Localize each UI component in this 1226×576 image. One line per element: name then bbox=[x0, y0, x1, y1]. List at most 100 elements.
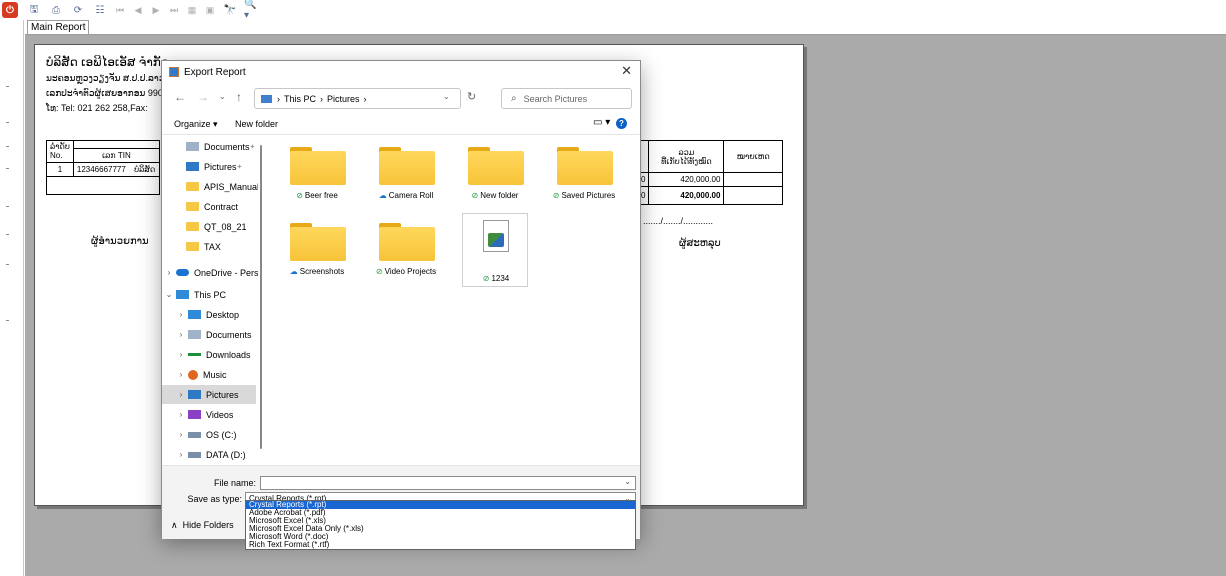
folder-body bbox=[290, 227, 346, 261]
nav-item-label: Documents bbox=[206, 329, 252, 340]
chevron-down-icon[interactable]: ⌄ bbox=[624, 477, 631, 486]
address-bar[interactable]: › This PC › Pictures › bbox=[254, 88, 461, 109]
row-name: ບໍລິສັດ bbox=[134, 165, 156, 174]
folder-body bbox=[557, 151, 613, 185]
back-icon[interactable]: ← bbox=[174, 90, 186, 104]
breadcrumb-this-pc[interactable]: This PC bbox=[284, 94, 316, 104]
stop-icon[interactable]: ▣ bbox=[204, 5, 216, 16]
file-name: Beer free bbox=[304, 191, 338, 200]
tab-main-report[interactable]: Main Report bbox=[27, 20, 90, 34]
company-phone: ໂທ: Tel: 021 262 258,Fax: bbox=[46, 103, 148, 113]
save-type-option[interactable]: Rich Text Format (*.rtf) bbox=[246, 541, 635, 549]
nav-item[interactable]: › DATA (D:) bbox=[162, 445, 256, 464]
nav-item[interactable]: › Desktop bbox=[162, 305, 256, 324]
help-icon[interactable]: ? bbox=[616, 118, 627, 129]
folder-item[interactable]: ☁ Camera Roll bbox=[373, 141, 439, 215]
nav-item-label: APIS_Manuals bbox=[204, 181, 258, 192]
nav-item[interactable]: › OS (C:) bbox=[162, 425, 256, 444]
nav-scrollbar[interactable] bbox=[260, 145, 262, 449]
folder-item[interactable]: ⊘ Beer free bbox=[284, 141, 350, 215]
expand-chevron-icon[interactable]: › bbox=[174, 450, 188, 459]
expand-chevron-icon[interactable]: › bbox=[174, 310, 188, 319]
refresh-icon[interactable]: ⟳ bbox=[70, 2, 86, 18]
hide-folders-button[interactable]: ∧ Hide Folders bbox=[171, 520, 234, 531]
address-dropdown-icon[interactable]: ⌄ bbox=[443, 92, 450, 101]
left-rail bbox=[0, 20, 24, 576]
close-report-icon[interactable]: ⏻ bbox=[2, 2, 18, 18]
expand-chevron-icon[interactable]: ⌄ bbox=[162, 290, 176, 299]
file-caption: ☁ Screenshots bbox=[274, 267, 360, 276]
expand-chevron-icon[interactable]: › bbox=[162, 268, 176, 277]
expand-chevron-icon[interactable]: › bbox=[174, 350, 188, 359]
save-type-label: Save as type: bbox=[187, 494, 242, 504]
nav-item[interactable]: › Music bbox=[162, 365, 256, 384]
nav-item[interactable]: › Videos bbox=[162, 405, 256, 424]
nav-item[interactable]: TAX bbox=[162, 237, 256, 256]
print-icon[interactable]: ⎙ bbox=[48, 2, 64, 18]
recent-chevron-icon[interactable]: ⌄ bbox=[219, 92, 226, 101]
folder-item[interactable]: ⊘ New folder bbox=[462, 141, 528, 215]
goto-page-icon[interactable]: ▦ bbox=[186, 5, 198, 16]
video-icon bbox=[188, 410, 201, 419]
nav-item[interactable]: › Documents bbox=[162, 325, 256, 344]
organize-button[interactable]: Organize ▾ bbox=[174, 119, 218, 130]
nav-item-label: Documents bbox=[204, 141, 250, 152]
file-name: Camera Roll bbox=[388, 191, 434, 200]
folder-item[interactable]: ⊘ Video Projects bbox=[373, 217, 439, 291]
pc-icon bbox=[188, 310, 201, 319]
hide-folders-label: Hide Folders bbox=[182, 520, 234, 530]
refresh-icon[interactable]: ↻ bbox=[467, 90, 476, 103]
expand-chevron-icon[interactable]: › bbox=[174, 370, 188, 379]
expand-chevron-icon[interactable]: › bbox=[174, 430, 188, 439]
next-page-icon[interactable]: ▶ bbox=[150, 5, 162, 16]
zoom-icon[interactable]: 🔍▾ bbox=[244, 0, 260, 21]
up-icon[interactable]: ↑ bbox=[236, 90, 242, 104]
find-icon[interactable]: 🔭 bbox=[222, 2, 238, 18]
view-options-icon[interactable]: ▭ ▾ bbox=[593, 117, 610, 128]
nav-item[interactable]: › Downloads bbox=[162, 345, 256, 364]
file-name: Screenshots bbox=[299, 267, 345, 276]
folder-body bbox=[468, 151, 524, 185]
breadcrumb-separator: › bbox=[320, 93, 324, 104]
folder-item[interactable]: ⊘ Saved Pictures bbox=[551, 141, 617, 215]
last-page-icon[interactable]: ⏭ bbox=[168, 5, 180, 16]
forward-icon[interactable]: → bbox=[197, 90, 209, 104]
file-name: New folder bbox=[480, 191, 519, 200]
export-icon[interactable]: 🖫 bbox=[26, 2, 42, 18]
expand-chevron-icon[interactable]: › bbox=[174, 390, 188, 399]
nav-item[interactable]: › Pictures bbox=[162, 385, 256, 404]
command-bar: Organize ▾ New folder ▭ ▾ ? bbox=[162, 113, 640, 135]
address-row: ← → ⌄ ↑ › This PC › Pictures › ⌄ ↻ ⌕ Sea… bbox=[162, 85, 640, 111]
group-tree-icon[interactable]: ☷ bbox=[92, 2, 108, 18]
row-note bbox=[723, 172, 783, 187]
folder-body bbox=[290, 151, 346, 185]
nav-item[interactable]: › OneDrive - Perso bbox=[162, 263, 258, 282]
file-name-input[interactable]: ⌄ bbox=[260, 476, 636, 490]
nav-item-label: Pictures bbox=[206, 389, 239, 400]
new-folder-button[interactable]: New folder bbox=[235, 119, 278, 129]
close-icon[interactable]: ✕ bbox=[621, 63, 632, 79]
search-input[interactable]: ⌕ Search Pictures bbox=[501, 88, 632, 109]
sync-ok-icon: ⊘ bbox=[471, 191, 479, 200]
nav-item[interactable]: QT_08_21 bbox=[162, 217, 256, 236]
folder-item[interactable]: ☁ Screenshots bbox=[284, 217, 350, 291]
app-icon bbox=[169, 67, 179, 77]
nav-item-label: Downloads bbox=[206, 349, 251, 360]
breadcrumb-pictures[interactable]: Pictures bbox=[327, 94, 360, 104]
chevron-up-icon: ∧ bbox=[171, 520, 178, 530]
first-page-icon[interactable]: ⏮ bbox=[114, 5, 126, 16]
col-total: ທີ່ເກັບໄດ້ທັງໝົດ bbox=[661, 156, 712, 166]
file-caption: ⊘ Video Projects bbox=[363, 267, 449, 276]
col-no-top: ລຳດັບ bbox=[50, 142, 70, 151]
expand-chevron-icon[interactable]: › bbox=[174, 410, 188, 419]
expand-chevron-icon[interactable]: › bbox=[174, 330, 188, 339]
nav-item[interactable]: Pictures ✦ bbox=[162, 157, 256, 176]
prev-page-icon[interactable]: ◀ bbox=[132, 5, 144, 16]
nav-item[interactable]: APIS_Manuals bbox=[162, 177, 258, 196]
col-no-header: ລຳດັບ No. bbox=[46, 140, 74, 163]
green-icon bbox=[188, 353, 201, 356]
nav-item[interactable]: ⌄ This PC bbox=[162, 285, 256, 304]
file-item[interactable]: ⊘ 1234 bbox=[462, 213, 528, 287]
nav-item[interactable]: Documents ✦ bbox=[162, 137, 256, 156]
nav-item[interactable]: Contract bbox=[162, 197, 256, 216]
